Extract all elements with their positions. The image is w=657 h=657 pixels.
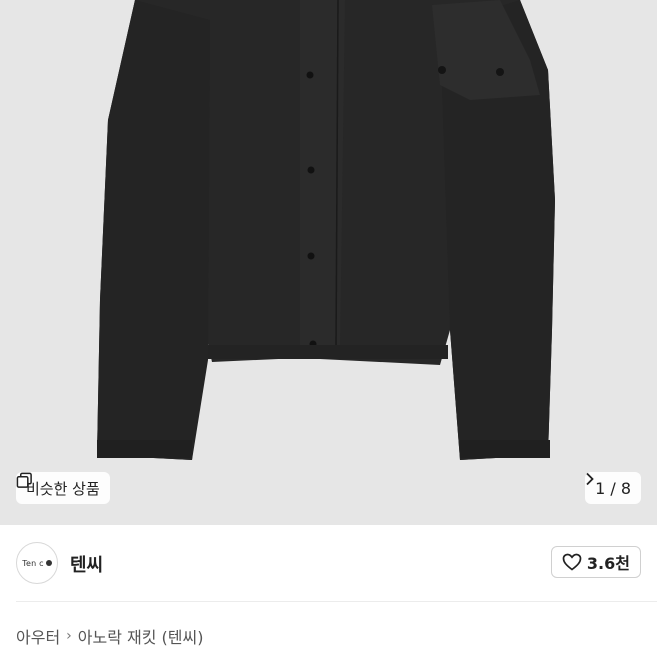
chevron-right-icon bbox=[586, 472, 594, 486]
logo-dot-icon bbox=[45, 560, 52, 566]
similar-products-label: 비슷한 상품 bbox=[26, 479, 100, 498]
shop-logo: Ten c bbox=[22, 558, 52, 568]
shop-info: Ten c 텐씨 3.6천 bbox=[0, 525, 657, 601]
follow-count: 3.6천 bbox=[586, 554, 630, 573]
image-counter[interactable]: 1 / 8 bbox=[585, 472, 641, 504]
heart-outline-icon bbox=[562, 553, 582, 571]
follow-button[interactable]: 3.6천 bbox=[550, 546, 641, 578]
chevron-right-icon: › bbox=[66, 628, 72, 644]
divider bbox=[16, 601, 657, 602]
jacket-photo bbox=[97, 0, 555, 460]
breadcrumb-title: 아노락 재킷 (텐씨) bbox=[77, 628, 204, 647]
breadcrumb-category[interactable]: 아우터 bbox=[16, 624, 60, 648]
shop-logo-text: Ten c bbox=[22, 558, 44, 568]
similar-products-button[interactable]: 비슷한 상품 bbox=[16, 472, 110, 504]
product-image[interactable]: 비슷한 상품 1 / 8 bbox=[0, 0, 657, 525]
breadcrumb: 아우터 › 아노락 재킷 (텐씨) bbox=[16, 624, 203, 648]
stacked-squares-icon bbox=[16, 472, 32, 488]
shop-name[interactable]: 텐씨 bbox=[70, 551, 103, 577]
shop-avatar[interactable]: Ten c bbox=[16, 542, 58, 584]
image-counter-text: 1 / 8 bbox=[595, 478, 631, 498]
